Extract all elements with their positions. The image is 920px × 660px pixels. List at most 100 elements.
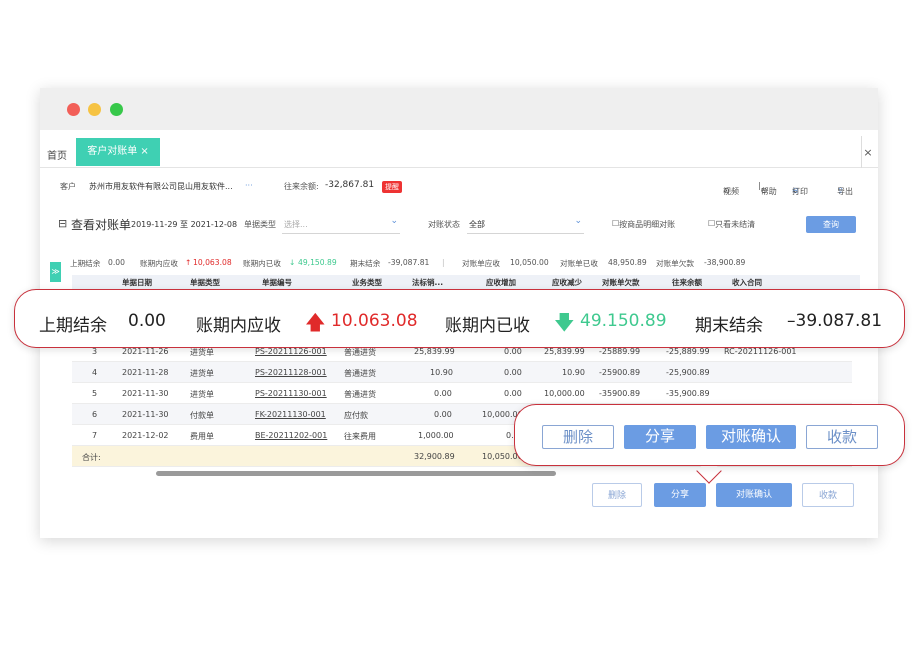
minimize-window-button[interactable] bbox=[88, 103, 101, 116]
expand-icon[interactable]: ≫ bbox=[50, 262, 61, 282]
maximize-window-button[interactable] bbox=[110, 103, 123, 116]
col-increase[interactable]: 应收增加 bbox=[486, 277, 516, 288]
tab-bar: 首页 客户对账单 × × bbox=[40, 136, 878, 168]
reminder-badge[interactable]: 提醒 bbox=[382, 181, 402, 193]
tab-customer-statement[interactable]: 客户对账单 × bbox=[76, 138, 160, 166]
zoom-confirm-button[interactable]: 对账确认 bbox=[706, 425, 796, 449]
zoom-receivable-label: 账期内应收 bbox=[196, 316, 281, 336]
bill-received-label: 对账单已收 bbox=[560, 259, 598, 268]
close-icon[interactable]: × bbox=[860, 146, 876, 162]
cell: 10.90 bbox=[562, 368, 585, 377]
table-row[interactable]: 5 2021-11-30 进货单 PS-20211130-001 普通进货 0.… bbox=[72, 383, 852, 404]
help-link[interactable]: | ⊙ 帮助 bbox=[758, 181, 777, 196]
cell: 进货单 bbox=[190, 348, 214, 357]
customer-label: 客户 bbox=[60, 182, 76, 191]
cell: 0.00 bbox=[504, 347, 522, 356]
confirm-button[interactable]: 对账确认 bbox=[716, 483, 792, 507]
cell: 应付款 bbox=[344, 411, 368, 420]
zoom-receivable-value: 10.063.08 bbox=[331, 311, 418, 331]
cell: 2021-11-30 bbox=[122, 389, 169, 398]
total-label: 合计: bbox=[82, 453, 101, 462]
cell: 4 bbox=[92, 368, 98, 377]
more-icon[interactable]: ··· bbox=[245, 181, 253, 190]
unsettled-checkbox[interactable]: ☐ 只看未结清 bbox=[708, 219, 755, 229]
bill-owe-label: 对账单欠款 bbox=[656, 259, 694, 268]
cell: -35,900.89 bbox=[666, 389, 710, 398]
cell: 2021-11-26 bbox=[122, 347, 169, 356]
doc-link[interactable]: PS-20211126-001 bbox=[255, 347, 327, 356]
cell: RC-20211126-001 bbox=[724, 347, 797, 356]
table-row[interactable]: 4 2021-11-28 进货单 PS-20211128-001 普通进货 10… bbox=[72, 362, 852, 383]
col-contract[interactable]: 收入合同 bbox=[732, 277, 762, 288]
cell: 1,000.00 bbox=[418, 431, 454, 440]
col-number[interactable]: 单据编号 bbox=[262, 277, 292, 288]
receivable-value: 10,063.08 bbox=[193, 258, 232, 267]
actions-callout: 删除 分享 对账确认 收款 bbox=[514, 404, 905, 466]
customer-bar: 客户 苏州市用友软件有限公司昆山用友软件... ··· 往来余额: -32,86… bbox=[40, 176, 878, 198]
doc-link[interactable]: PS-20211130-001 bbox=[255, 389, 327, 398]
date-range[interactable]: 2019-11-29 至 2021-12-08 bbox=[131, 219, 237, 230]
cell: 10,000.00 bbox=[544, 389, 585, 398]
tab-home[interactable]: 首页 bbox=[47, 147, 67, 162]
customer-name[interactable]: 苏州市用友软件有限公司昆山用友软件... bbox=[89, 181, 233, 192]
col-owe[interactable]: 对账单欠款 bbox=[602, 277, 640, 288]
chevron-down-icon: ⌄ bbox=[792, 186, 799, 195]
divider bbox=[861, 136, 862, 168]
cell: 25,839.99 bbox=[544, 347, 585, 356]
cell: 10.90 bbox=[430, 368, 453, 377]
page-title: 查看对账单 bbox=[71, 218, 132, 232]
received-value: 49,150.89 bbox=[298, 258, 337, 267]
cell: 3 bbox=[92, 347, 98, 356]
zoom-share-button[interactable]: 分享 bbox=[624, 425, 696, 449]
up-arrow-icon: ↑ bbox=[185, 258, 192, 267]
cell: 2021-12-02 bbox=[122, 431, 169, 440]
cell: 付款单 bbox=[190, 411, 214, 420]
doc-link[interactable]: BE-20211202-001 bbox=[255, 431, 327, 440]
doc-type-label: 单据类型 bbox=[244, 220, 276, 229]
total-amount: 32,900.89 bbox=[414, 452, 455, 461]
horizontal-scrollbar[interactable] bbox=[156, 471, 556, 476]
prev-balance-value: 0.00 bbox=[108, 258, 125, 267]
cell: 0.00 bbox=[434, 410, 452, 419]
bill-receivable-value: 10,050.00 bbox=[510, 258, 549, 267]
cell: 普通进货 bbox=[344, 369, 376, 378]
collect-button[interactable]: 收款 bbox=[802, 483, 854, 507]
col-balance[interactable]: 往来余额 bbox=[672, 277, 702, 288]
zoom-collect-button[interactable]: 收款 bbox=[806, 425, 878, 449]
delete-button[interactable]: 删除 bbox=[592, 483, 642, 507]
cell: 6 bbox=[92, 410, 98, 419]
zoom-received-label: 账期内已收 bbox=[445, 316, 530, 336]
cell: 2021-11-28 bbox=[122, 368, 169, 377]
zoom-end-value: –39.087.81 bbox=[787, 311, 883, 331]
title-bar bbox=[40, 88, 878, 130]
down-arrow-icon: 🡇 bbox=[554, 310, 575, 334]
col-decrease[interactable]: 应收减少 bbox=[552, 277, 582, 288]
query-button[interactable]: 查询 bbox=[806, 216, 856, 233]
doc-type-select[interactable]: 选择... ⌄ bbox=[282, 216, 400, 234]
doc-link[interactable]: FK-20211130-001 bbox=[255, 410, 326, 419]
chevron-down-icon: ⌄ bbox=[574, 216, 582, 226]
status-select[interactable]: 全部 ⌄ bbox=[467, 216, 584, 234]
zoom-prev-value: 0.00 bbox=[128, 311, 166, 331]
doc-link[interactable]: PS-20211128-001 bbox=[255, 368, 327, 377]
close-window-button[interactable] bbox=[67, 103, 80, 116]
col-type[interactable]: 单据类型 bbox=[190, 277, 220, 288]
table-header-row: 单据日期 单据类型 单据编号 业务类型 法标销... 应收增加 应收减少 对账单… bbox=[72, 275, 860, 289]
cell: -25,900.89 bbox=[666, 368, 710, 377]
col-biz[interactable]: 业务类型 bbox=[352, 277, 382, 288]
col-date[interactable]: 单据日期 bbox=[122, 277, 152, 288]
tab-label: 客户对账单 bbox=[87, 146, 138, 157]
end-balance-label: 期末结余 bbox=[350, 259, 381, 268]
chevron-down-icon: ⌄ bbox=[390, 216, 398, 226]
product-detail-checkbox[interactable]: ☐ 按商品明细对账 bbox=[612, 219, 675, 229]
cell: 进货单 bbox=[190, 369, 214, 378]
tab-close-icon[interactable]: × bbox=[140, 146, 148, 157]
cell: 0.00 bbox=[434, 389, 452, 398]
col-amount[interactable]: 法标销... bbox=[412, 277, 443, 288]
share-button[interactable]: 分享 bbox=[654, 483, 706, 507]
zoom-received-value: 49.150.89 bbox=[580, 311, 667, 331]
bill-received-value: 48,950.89 bbox=[608, 258, 647, 267]
zoom-prev-label: 上期结余 bbox=[39, 316, 107, 336]
zoom-delete-button[interactable]: 删除 bbox=[542, 425, 614, 449]
prev-balance-label: 上期结余 bbox=[70, 259, 101, 268]
